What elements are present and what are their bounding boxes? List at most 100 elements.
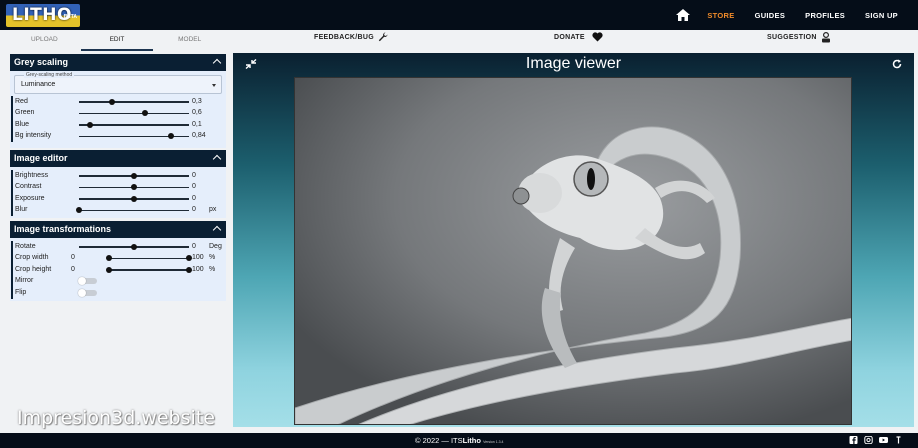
flip-label: Flip xyxy=(15,288,27,296)
brand-text: Litho xyxy=(462,436,481,445)
litho-logo[interactable]: LITHO BETA xyxy=(6,4,80,27)
preview-image[interactable] xyxy=(294,77,852,425)
slider-thumb[interactable] xyxy=(131,195,137,202)
nav-guides[interactable]: GUIDES xyxy=(755,11,786,20)
brightness-label: Brightness xyxy=(15,171,49,179)
wrench-icon xyxy=(378,32,388,42)
brightness-value: 0 xyxy=(192,171,196,179)
crop-width-slider[interactable] xyxy=(106,255,192,261)
crop-height-slider[interactable] xyxy=(106,266,192,273)
brightness-row: Brightness 0 xyxy=(11,170,226,182)
feedback-label: FEEDBACK/BUG xyxy=(314,33,374,41)
tab-model[interactable]: MODEL xyxy=(153,33,226,51)
grey-scaling-title: Grey scaling xyxy=(14,57,69,67)
tab-edit[interactable]: EDIT xyxy=(80,33,154,51)
slider-thumb[interactable] xyxy=(168,133,175,139)
home-icon[interactable] xyxy=(675,8,691,22)
transformations-title: Image transformations xyxy=(14,224,112,234)
slider-thumb-min[interactable] xyxy=(106,255,112,261)
refresh-icon[interactable] xyxy=(892,59,902,69)
footer-copyright: © 2022 — ITSLitho Version 1.3.4 xyxy=(415,436,504,445)
mirror-toggle[interactable] xyxy=(78,277,97,285)
nav-profiles[interactable]: PROFILES xyxy=(805,11,845,20)
chevron-up-icon xyxy=(212,154,222,164)
youtube-icon[interactable] xyxy=(879,436,888,444)
exposure-label: Exposure xyxy=(15,194,45,202)
crop-width-label: Crop width xyxy=(15,254,49,261)
blur-value: 0 xyxy=(192,206,196,213)
red-slider[interactable] xyxy=(79,98,189,105)
crop-height-max: 100 xyxy=(192,265,204,273)
slider-thumb[interactable] xyxy=(131,172,137,179)
exposure-slider[interactable] xyxy=(79,195,189,202)
grey-scaling-panel: Grey scaling Grey-scaling method Luminan… xyxy=(10,54,226,148)
slider-thumb[interactable] xyxy=(131,184,137,190)
tiktok-icon[interactable] xyxy=(894,436,903,444)
flip-toggle[interactable] xyxy=(78,288,97,297)
slider-thumb[interactable] xyxy=(109,98,115,105)
suggestion-button[interactable]: SUGGESTION xyxy=(767,32,831,43)
rotate-value: 0 xyxy=(192,242,196,250)
blue-slider[interactable] xyxy=(79,121,189,128)
nav-sign-up[interactable]: SIGN UP xyxy=(865,11,898,20)
contrast-row: Contrast 0 xyxy=(11,181,226,193)
user-tie-icon xyxy=(821,32,830,43)
blur-label: Blur xyxy=(15,206,28,213)
transformations-header[interactable]: Image transformations xyxy=(10,221,226,238)
contrast-slider[interactable] xyxy=(79,184,189,190)
contrast-value: 0 xyxy=(192,183,196,190)
blue-row: Blue 0,1 xyxy=(11,119,226,131)
donate-button[interactable]: DONATE xyxy=(554,32,603,42)
slider-thumb[interactable] xyxy=(142,110,148,116)
tab-upload[interactable]: UPLOAD xyxy=(8,33,81,51)
blur-slider[interactable] xyxy=(76,207,189,213)
method-value: Luminance xyxy=(21,81,56,88)
mirror-label: Mirror xyxy=(15,277,34,284)
image-editor-header[interactable]: Image editor xyxy=(10,150,226,167)
red-value: 0,3 xyxy=(192,97,202,105)
grey-scaling-method-select[interactable]: Grey-scaling method Luminance xyxy=(14,72,222,94)
watermark-text: Impresion3d.website xyxy=(17,407,215,429)
rotate-label: Rotate xyxy=(15,242,36,250)
green-slider[interactable] xyxy=(79,110,189,116)
feedback-bug-button[interactable]: FEEDBACK/BUG xyxy=(314,32,388,42)
suggestion-label: SUGGESTION xyxy=(767,34,817,41)
crop-height-row: Crop height 0 100 % xyxy=(11,264,226,276)
rotate-slider[interactable] xyxy=(79,243,189,250)
mirror-row: Mirror xyxy=(11,275,226,287)
copyright-text: © 2022 — ITS xyxy=(415,436,463,445)
facebook-icon[interactable] xyxy=(849,436,858,444)
crop-width-unit: % xyxy=(209,254,216,261)
top-navbar: LITHO BETA STORE GUIDES PROFILES SIGN UP xyxy=(0,0,918,30)
rotate-row: Rotate 0 Deg xyxy=(11,241,226,253)
heart-icon xyxy=(592,32,603,42)
bg-intensity-row: Bg intensity 0,84 xyxy=(11,130,226,142)
slider-thumb[interactable] xyxy=(87,121,93,128)
blur-row: Blur 0 px xyxy=(11,204,226,216)
image-editor-title: Image editor xyxy=(14,153,68,163)
brightness-slider[interactable] xyxy=(79,172,189,179)
red-label: Red xyxy=(15,97,28,105)
editor-tabs: UPLOAD EDIT MODEL xyxy=(8,33,226,51)
slider-thumb[interactable] xyxy=(76,207,82,213)
instagram-icon[interactable] xyxy=(864,436,873,444)
image-editor-panel: Image editor Brightness 0 Contrast 0 Exposur… xyxy=(10,150,226,218)
slider-thumb-min[interactable] xyxy=(106,266,112,273)
frog-photo xyxy=(295,78,851,424)
crop-width-min: 0 xyxy=(71,254,75,261)
toggle-knob xyxy=(78,288,86,297)
bg-intensity-label: Bg intensity xyxy=(15,132,52,139)
crop-height-unit: % xyxy=(209,265,216,273)
exposure-row: Exposure 0 xyxy=(11,193,226,205)
crop-width-max: 100 xyxy=(192,254,204,261)
toggle-knob xyxy=(78,277,86,285)
slider-thumb[interactable] xyxy=(131,243,137,250)
bg-intensity-slider[interactable] xyxy=(79,133,189,139)
logo-beta-badge: BETA xyxy=(63,14,77,20)
crop-height-label: Crop height xyxy=(15,265,52,273)
image-transformations-panel: Image transformations Rotate 0 Deg Crop … xyxy=(10,221,226,301)
nav-store[interactable]: STORE xyxy=(707,11,734,20)
grey-scaling-header[interactable]: Grey scaling xyxy=(10,54,226,71)
green-label: Green xyxy=(15,109,35,116)
flip-row: Flip xyxy=(11,287,226,299)
